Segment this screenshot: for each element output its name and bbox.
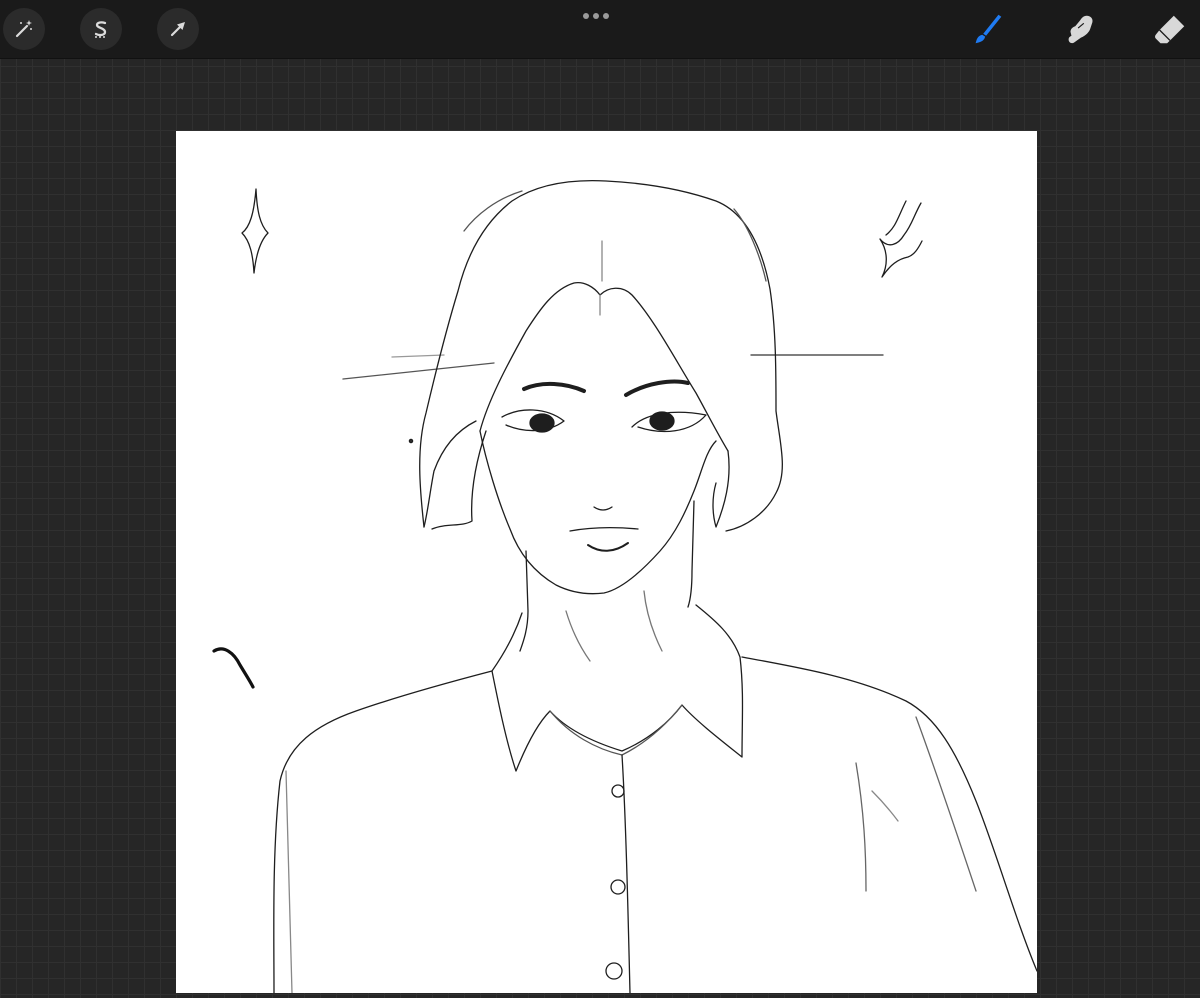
portrait-sketch <box>212 179 1037 993</box>
magic-wand-icon <box>15 20 32 38</box>
sparkle-left <box>241 188 269 274</box>
adjustments-button[interactable] <box>3 8 45 50</box>
transform-button[interactable] <box>157 8 199 50</box>
drawing-canvas[interactable] <box>176 131 1037 993</box>
eyebrow-right <box>624 379 690 397</box>
arrow-cursor-icon <box>170 22 185 37</box>
top-toolbar <box>0 0 1200 59</box>
brush-icon <box>975 14 1002 44</box>
smudge-tool-button[interactable] <box>1058 8 1102 52</box>
paint-tool-button[interactable] <box>966 8 1010 52</box>
selection-s-icon <box>94 21 107 38</box>
placket <box>621 754 631 993</box>
collar <box>491 604 744 772</box>
button <box>610 879 626 895</box>
button <box>611 784 625 798</box>
eraser-tool-button[interactable] <box>1148 8 1192 52</box>
button <box>605 962 623 980</box>
more-options-button[interactable] <box>578 6 614 26</box>
mouth <box>569 527 639 532</box>
selection-button[interactable] <box>80 8 122 50</box>
shirt <box>273 670 493 993</box>
sparkle-right <box>879 202 923 278</box>
eyebrow-left <box>522 382 586 393</box>
face <box>479 430 717 595</box>
eraser-icon <box>1155 15 1185 44</box>
more-dots-icon <box>583 13 589 19</box>
smudge-finger-icon <box>1068 15 1093 44</box>
